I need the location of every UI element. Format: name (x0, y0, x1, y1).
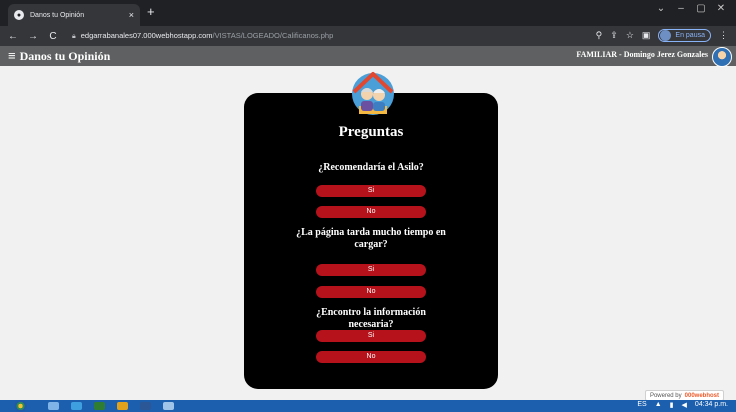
share-icon[interactable]: ⇪ (610, 30, 618, 41)
tray-arrow-icon[interactable]: ▲ (655, 401, 662, 409)
url-field[interactable]: 🔒︎ edgarrabanales07.000webhostapp.com/VIS… (72, 31, 333, 41)
q3-yes-button[interactable]: Si (316, 330, 426, 342)
url-host: edgarrabanales07.000webhostapp.com (80, 31, 213, 40)
profile-avatar-icon (660, 30, 672, 41)
tab-search-icon[interactable]: ⌄ (654, 3, 668, 14)
media-icon[interactable] (71, 402, 82, 410)
address-bar: ← → C 🔒︎ edgarrabanales07.000webhostapp.c… (0, 26, 736, 46)
q1-no-button[interactable]: No (316, 206, 426, 218)
zoom-icon[interactable]: ⚲ (596, 30, 603, 41)
lock-icon: 🔒︎ (72, 33, 76, 40)
system-tray: ES ▲ ▮ ◀ 04:34 p.m. (637, 401, 728, 409)
user-avatar[interactable] (712, 47, 732, 67)
url-path: /VISTAS/LOGEADO/Calificanos.php (212, 31, 334, 40)
bookmark-star-icon[interactable]: ☆ (626, 30, 634, 41)
app-header: ≡ Danos tu Opinión FAMILIAR - Domingo Je… (0, 46, 736, 67)
browser-tabbar: ● Danos tu Opinión × + ⌄ – ▢ ✕ (0, 0, 736, 26)
chrome-icon[interactable] (117, 402, 128, 410)
app-title: Danos tu Opinión (19, 48, 111, 63)
q2-no-button[interactable]: No (316, 286, 426, 298)
user-label: FAMILIAR - Domingo Jerez Gonzales (576, 50, 708, 59)
taskbar-pinned-apps (48, 402, 174, 410)
sidepanel-icon[interactable]: ▣ (642, 30, 651, 41)
tab-close-icon[interactable]: × (129, 10, 134, 20)
back-arrow-icon[interactable]: ← (6, 31, 20, 42)
explorer-icon[interactable] (48, 402, 59, 410)
q2-yes-button[interactable]: Si (316, 264, 426, 276)
window-icon[interactable] (163, 402, 174, 410)
new-tab-button[interactable]: + (147, 5, 155, 19)
question-2: ¿La página tarda mucho tiempo en cargar? (296, 227, 446, 250)
os-taskbar: ES ▲ ▮ ◀ 04:34 p.m. (0, 400, 736, 412)
clock[interactable]: 04:34 p.m. (695, 401, 728, 409)
question-3: ¿Encontro la información necesaria? (316, 307, 426, 330)
powered-by-label: Powered by (649, 392, 682, 399)
close-window-button[interactable]: ✕ (714, 3, 728, 14)
minimize-button[interactable]: – (674, 3, 688, 14)
tab-title: Danos tu Opinión (30, 11, 85, 19)
forward-arrow-icon[interactable]: → (26, 31, 40, 42)
reload-icon[interactable]: C (46, 31, 60, 42)
profile-status: En pausa (675, 32, 705, 39)
q3-no-button[interactable]: No (316, 351, 426, 363)
browser-tab[interactable]: ● Danos tu Opinión × (8, 4, 140, 26)
address-bar-actions: ⚲ ⇪ ☆ ▣ En pausa ⋮ (596, 29, 728, 42)
network-icon[interactable]: ▮ (670, 401, 674, 409)
profile-button[interactable]: En pausa (658, 29, 711, 42)
start-button-icon[interactable] (14, 400, 27, 412)
excel-icon[interactable] (94, 402, 105, 410)
page-title: Preguntas (338, 124, 404, 140)
language-icon[interactable]: ES (637, 401, 646, 409)
question-1: ¿Recomendaría el Asilo? (318, 162, 424, 173)
word-icon[interactable] (140, 402, 151, 410)
maximize-button[interactable]: ▢ (694, 3, 708, 14)
elderly-couple-house-logo (352, 72, 394, 115)
q1-yes-button[interactable]: Si (316, 185, 426, 197)
hamburger-icon[interactable]: ≡ (8, 49, 16, 62)
powered-by-brand: 000webhost (684, 392, 719, 399)
globe-icon: ● (14, 10, 24, 20)
window-controls: ⌄ – ▢ ✕ (654, 3, 728, 14)
kebab-menu-icon[interactable]: ⋮ (719, 30, 728, 41)
volume-icon[interactable]: ◀ (682, 401, 687, 409)
